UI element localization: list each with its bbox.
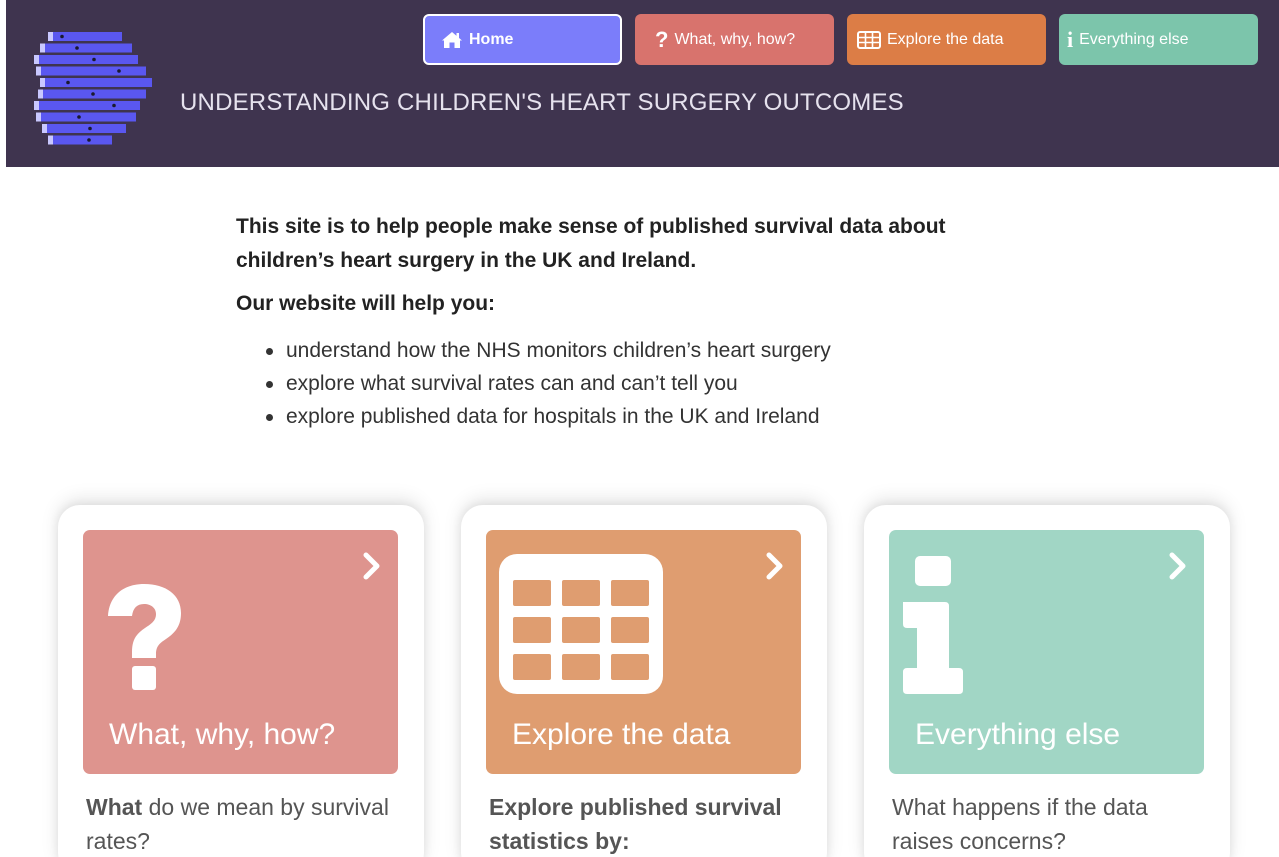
chevron-right-icon	[1169, 552, 1186, 580]
card-description-bold: What	[86, 794, 143, 820]
logo-bar	[52, 135, 112, 145]
site-title: UNDERSTANDING CHILDREN'S HEART SURGERY O…	[180, 89, 904, 116]
tile-everything-else[interactable]: Everything else	[889, 530, 1204, 774]
list-item: explore what survival rates can and can’…	[262, 367, 1036, 400]
nav-everything-else-button[interactable]: i Everything else	[1059, 14, 1258, 65]
logo-bar	[38, 55, 138, 64]
card-description-rest: What happens if the data raises concerns…	[892, 794, 1148, 854]
logo-dot	[112, 103, 116, 108]
intro-section: This site is to help people make sense o…	[236, 210, 1036, 433]
logo-dot	[75, 46, 79, 50]
logo-bar-cap	[48, 32, 53, 41]
table-icon	[857, 30, 881, 49]
question-icon: ?	[655, 26, 669, 52]
logo-bar	[44, 43, 132, 53]
question-icon	[108, 584, 181, 690]
nav-home-button[interactable]: Home	[423, 14, 622, 65]
logo-dot	[88, 126, 92, 131]
card-description: Explore published survival statistics by…	[489, 790, 809, 857]
chevron-right-icon	[363, 552, 380, 580]
logo-bar-cap	[36, 112, 41, 122]
nav-what-label: What, why, how?	[674, 30, 796, 48]
logo-bar-cap	[34, 101, 39, 110]
logo-dot	[92, 57, 96, 62]
nav-home-label: Home	[469, 30, 514, 48]
logo-bar-cap	[42, 124, 47, 133]
nav-what-why-how-button[interactable]: ? What, why, how?	[635, 14, 834, 65]
info-icon: i	[1067, 26, 1074, 52]
tile-what-why-how[interactable]: What, why, how?	[83, 530, 398, 774]
tile-title: What, why, how?	[109, 718, 336, 751]
logo-bar-cap	[48, 135, 53, 145]
nav-explore-data-button[interactable]: Explore the data	[847, 14, 1046, 65]
card-everything-else[interactable]: Everything else What happens if the data…	[864, 505, 1230, 857]
chevron-right-icon	[766, 552, 783, 580]
logo-dot	[87, 138, 91, 142]
intro-list: understand how the NHS monitors children…	[262, 334, 1036, 433]
logo-dot	[60, 34, 64, 39]
logo-bar	[40, 112, 136, 122]
intro-lead: This site is to help people make sense o…	[236, 215, 946, 272]
logo-bar-cap	[40, 43, 45, 53]
logo-bar	[38, 101, 140, 110]
logo-dot	[77, 115, 81, 119]
card-description: What happens if the data raises concerns…	[892, 790, 1212, 857]
logo-bar	[40, 66, 146, 76]
intro-sub: Our website will help you:	[236, 292, 496, 315]
card-what-why-how[interactable]: What, why, how? What do we mean by survi…	[58, 505, 424, 857]
logo-bar	[46, 124, 126, 133]
site-header: Home ? What, why, how? Explore the data …	[6, 0, 1279, 167]
table-icon	[499, 554, 663, 694]
card-description-bold: Explore published survival statistics by…	[489, 794, 782, 854]
logo-dot	[66, 80, 70, 85]
logo-bar-cap	[40, 78, 45, 87]
list-item: explore published data for hospitals in …	[262, 400, 1036, 433]
main-nav: Home ? What, why, how? Explore the data …	[423, 14, 1258, 65]
nav-explore-label: Explore the data	[887, 30, 1004, 48]
logo-bar-cap	[36, 66, 41, 76]
logo-bar-cap	[38, 89, 43, 99]
logo-bar	[44, 78, 152, 87]
logo-dot	[91, 92, 95, 96]
logo-dot	[117, 69, 121, 73]
home-icon	[441, 31, 463, 49]
list-item: understand how the NHS monitors children…	[262, 334, 1036, 367]
site-logo[interactable]	[34, 30, 154, 150]
tile-title: Everything else	[915, 718, 1121, 751]
card-description: What do we mean by survival rates?	[86, 790, 406, 857]
logo-bar-cap	[34, 55, 39, 64]
tile-title: Explore the data	[512, 718, 731, 751]
info-icon	[903, 556, 963, 694]
nav-else-label: Everything else	[1079, 30, 1189, 48]
card-explore-the-data[interactable]: Explore the data Explore published survi…	[461, 505, 827, 857]
tile-explore-the-data[interactable]: Explore the data	[486, 530, 801, 774]
